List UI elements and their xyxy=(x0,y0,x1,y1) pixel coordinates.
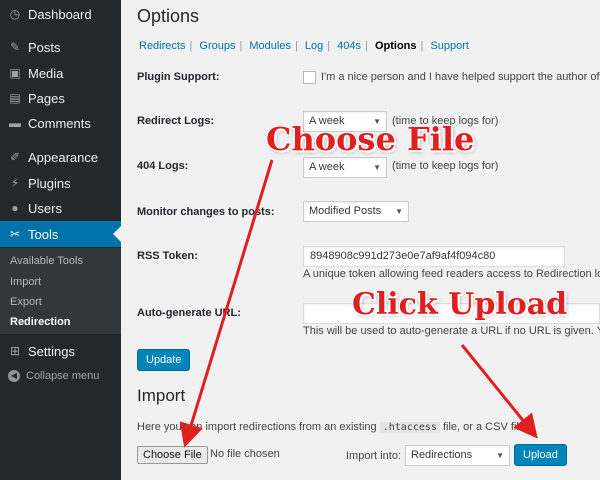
dashboard-icon: ◷ xyxy=(9,7,21,21)
subsubsub-nav: Redirects | Groups | Modules | Log | 404s | O… xyxy=(139,40,469,52)
logs404-label: 404 Logs: xyxy=(137,160,189,172)
menu-plugins[interactable]: ⚡ Plugins xyxy=(0,171,121,195)
menu-label: Appearance xyxy=(28,149,99,165)
tab-modules[interactable]: Modules xyxy=(249,40,291,52)
menu-settings[interactable]: ⊞ Settings xyxy=(0,339,121,363)
annotation-click-upload: Click Upload xyxy=(352,287,568,322)
import-title: Import xyxy=(137,386,186,405)
submenu-available-tools[interactable]: Available Tools xyxy=(10,255,83,267)
monitor-label: Monitor changes to posts: xyxy=(137,206,275,218)
autogen-url-hint: This will be used to auto-generate a URL… xyxy=(303,325,600,337)
htaccess-code: .htaccess xyxy=(379,422,440,433)
submenu-export[interactable]: Export xyxy=(10,296,42,308)
logs404-select[interactable]: A week ▼ xyxy=(303,157,387,178)
tab-options[interactable]: Options xyxy=(375,40,417,52)
tools-submenu: Available Tools Import Export Redirectio… xyxy=(0,248,121,334)
plugin-support-label: Plugin Support: xyxy=(137,71,220,83)
pin-icon: ✎ xyxy=(9,40,21,54)
upload-button[interactable]: Upload xyxy=(514,444,567,466)
menu-label: Tools xyxy=(28,226,59,242)
choose-file-button[interactable]: Choose File xyxy=(137,446,208,464)
chevron-down-icon: ▼ xyxy=(373,163,381,172)
admin-sidebar: ◷ Dashboard ✎ Posts ▣ Media ▤ Pages ▬ Comment… xyxy=(0,0,121,480)
collapse-menu[interactable]: ◀ Collapse menu xyxy=(8,370,99,382)
chevron-down-icon: ▼ xyxy=(496,451,504,460)
menu-label: Users xyxy=(28,200,62,216)
tab-404s[interactable]: 404s xyxy=(337,40,361,52)
pages-icon: ▤ xyxy=(9,91,21,105)
tab-log[interactable]: Log xyxy=(305,40,323,52)
chevron-down-icon: ▼ xyxy=(395,207,403,216)
plugin-support-text: I'm a nice person and I have helped supp… xyxy=(321,71,600,83)
menu-label: Posts xyxy=(28,39,61,55)
menu-posts[interactable]: ✎ Posts xyxy=(0,35,121,59)
page-title: Options xyxy=(137,6,200,26)
tab-support[interactable]: Support xyxy=(430,40,469,52)
menu-label: Dashboard xyxy=(28,6,92,22)
plugin-icon: ⚡ xyxy=(10,176,20,190)
select-value: Modified Posts xyxy=(309,205,382,217)
menu-label: Media xyxy=(28,65,64,81)
wrench-icon: ✂ xyxy=(9,227,21,241)
redirect-logs-label: Redirect Logs: xyxy=(137,115,215,127)
plugin-support-checkbox[interactable] xyxy=(303,71,316,84)
autogen-url-label: Auto-generate URL: xyxy=(137,307,241,319)
menu-media[interactable]: ▣ Media xyxy=(0,61,121,85)
monitor-select[interactable]: Modified Posts ▼ xyxy=(303,201,409,222)
import-desc-post: file, or a CSV file. xyxy=(442,421,528,433)
rss-token-hint: A unique token allowing feed readers acc… xyxy=(303,268,600,280)
menu-comments[interactable]: ▬ Comments xyxy=(0,111,121,135)
comment-icon: ▬ xyxy=(9,116,21,130)
menu-label: Comments xyxy=(28,115,91,131)
menu-label: Settings xyxy=(28,343,75,359)
menu-dashboard[interactable]: ◷ Dashboard xyxy=(0,2,121,26)
users-icon: ● xyxy=(11,201,19,215)
collapse-label: Collapse menu xyxy=(26,370,100,382)
tab-groups[interactable]: Groups xyxy=(199,40,235,52)
submenu-import[interactable]: Import xyxy=(10,276,41,288)
import-into-label: Import into: xyxy=(346,450,402,462)
import-description: Here you can import redirections from an… xyxy=(137,421,528,433)
menu-label: Plugins xyxy=(28,175,71,191)
menu-tools[interactable]: ✂ Tools xyxy=(0,221,121,247)
no-file-chosen: No file chosen xyxy=(210,448,280,460)
media-icon: ▣ xyxy=(9,66,21,80)
tab-redirects[interactable]: Redirects xyxy=(139,40,185,52)
rss-token-label: RSS Token: xyxy=(137,250,198,262)
main-content: Options Redirects | Groups | Modules | Log |… xyxy=(121,0,600,480)
paintbrush-icon: ✐ xyxy=(9,150,21,164)
import-desc-pre: Here you can import redirections from an… xyxy=(137,421,377,433)
settings-icon: ⊞ xyxy=(9,344,21,358)
menu-pages[interactable]: ▤ Pages xyxy=(0,86,121,110)
annotation-choose-file: Choose File xyxy=(266,120,475,158)
menu-users[interactable]: ● Users xyxy=(0,196,121,220)
logs404-hint: (time to keep logs for) xyxy=(392,160,499,172)
select-value: A week xyxy=(309,161,345,173)
import-into-select[interactable]: Redirections ▼ xyxy=(405,445,510,466)
update-button[interactable]: Update xyxy=(137,349,191,371)
collapse-icon: ◀ xyxy=(8,370,20,382)
menu-label: Pages xyxy=(28,90,65,106)
rss-token-input[interactable]: 8948908c991d273e0e7af9af4f094c80 xyxy=(303,246,565,267)
menu-appearance[interactable]: ✐ Appearance xyxy=(0,145,121,169)
select-value: Redirections xyxy=(411,449,473,461)
submenu-redirection[interactable]: Redirection xyxy=(10,316,71,328)
